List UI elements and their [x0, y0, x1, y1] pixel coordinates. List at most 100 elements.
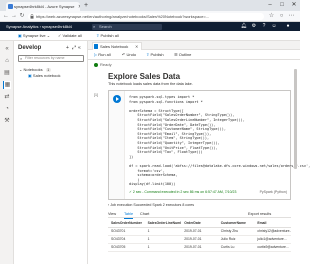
cell-language[interactable]: PySpark (Python)	[260, 190, 287, 194]
notebook-icon	[94, 44, 98, 49]
collapse-icon[interactable]: «	[3, 45, 11, 53]
tab-sales-notebook[interactable]: Sales Notebook ✕	[92, 42, 142, 50]
cell-execution-status: ✓ 2 sec - Command executed in 2 sec 86 m…	[129, 190, 237, 194]
filter-icon: ⌕	[20, 56, 23, 61]
table-cell: SO43704	[108, 235, 145, 244]
publish-button[interactable]: ⇪ Publish	[146, 50, 164, 60]
table-body: SO43701 1 2019-07-01 Christy Zhu christy12@a…	[108, 227, 291, 252]
publish-icon: ⇪	[96, 33, 100, 38]
integrate-icon[interactable]: ⇄	[3, 93, 11, 101]
browser-tab[interactable]: synapse4hrk8kl4 - Azure Synapse ✕	[6, 2, 80, 11]
settings-icon[interactable]: ⚙	[250, 22, 258, 31]
table-column-header[interactable]: OrderDate	[181, 220, 218, 228]
left-nav-rail: « ⌂ ▤ ▦ ⇄ ◔ ⚒	[0, 41, 14, 264]
help-icon[interactable]: ?	[260, 22, 268, 31]
markdown-text: This notebook loads sales data from the …	[108, 82, 193, 86]
manage-icon[interactable]: ⚒	[3, 117, 11, 125]
table-cell: Curtis Lu	[217, 243, 255, 252]
home-icon[interactable]: ⌂	[3, 57, 11, 65]
vertical-scrollbar[interactable]	[294, 69, 297, 169]
notifications-icon[interactable]: 🔔︎	[240, 22, 248, 31]
add-resource-icon[interactable]: +	[66, 45, 69, 51]
data-icon[interactable]: ▤	[3, 69, 11, 77]
expand-icon[interactable]: ⤢	[72, 45, 76, 51]
monitor-icon[interactable]: ◔	[3, 105, 11, 113]
collapse-all-icon[interactable]: «	[78, 45, 81, 51]
play-icon: ▷	[94, 52, 98, 57]
code-editor[interactable]: from pyspark.sql.types import * from pysp…	[129, 95, 310, 187]
avatar[interactable]: ●	[284, 22, 292, 31]
tab-chart[interactable]: Chart	[140, 210, 149, 218]
notebook-content: Explore Sales Data This notebook loads s…	[88, 69, 310, 264]
maximize-icon[interactable]: □	[276, 0, 288, 11]
table-cell: 1	[144, 243, 182, 252]
outline-icon: ☰	[174, 52, 178, 57]
run-all-label: Run all	[98, 52, 111, 57]
export-results-button[interactable]: Export results	[248, 210, 271, 218]
publish-label: Publish	[150, 52, 164, 57]
tab-view[interactable]: View	[108, 210, 116, 218]
notebooks-label: Notebooks	[23, 67, 43, 72]
more-icon[interactable]: ⋯	[288, 12, 295, 21]
play-icon	[116, 97, 119, 101]
markdown-title: Explore Sales Data	[108, 72, 181, 81]
table-cell: 2019-07-01	[181, 227, 218, 236]
refresh-icon[interactable]: ↻	[18, 11, 26, 22]
search-input[interactable]: ⌕ Search	[92, 23, 162, 30]
validate-all-button[interactable]: ✓ Validate all	[58, 31, 82, 41]
outline-button[interactable]: ☰ Outline	[174, 50, 191, 60]
close-tab-icon[interactable]: ✕	[78, 4, 80, 11]
notebook-tabs: Sales Notebook ✕	[88, 41, 300, 50]
outline-label: Outline	[178, 52, 192, 57]
publish-all-button[interactable]: ⇪ Publish all	[96, 31, 119, 41]
table-cell: SO43701	[108, 227, 145, 236]
code-line: display(df.limit(100))	[129, 182, 176, 187]
minimize-icon[interactable]: –	[264, 0, 276, 11]
publish-all-label: Publish all	[100, 33, 119, 38]
undo-button[interactable]: ↶ Undo	[122, 50, 136, 60]
close-icon[interactable]: ✕	[135, 43, 138, 50]
profile-icon[interactable]: ○	[278, 12, 285, 21]
output-tabs: View Table Chart Export results	[108, 210, 291, 219]
forward-icon[interactable]: →	[10, 11, 18, 22]
table-cell: Christy Zhu	[217, 227, 255, 236]
publish-icon: ⇪	[146, 52, 150, 57]
lock-icon	[30, 14, 34, 19]
table-cell: 1	[144, 235, 182, 244]
spark-jobs-summary[interactable]: › Job execution Succeeded Spark 2 execut…	[108, 202, 291, 209]
synapse-header: Synapse Analytics › synapse4hrk8kl4 ⌕ Se…	[0, 22, 300, 31]
cell-run-gutter	[109, 91, 125, 199]
table-column-header[interactable]: CustomerName	[217, 220, 255, 228]
undo-icon: ↶	[122, 52, 126, 57]
close-window-icon[interactable]: ✕	[288, 0, 300, 11]
table-cell: christy12@adventure...	[254, 227, 291, 236]
table-row: SO43704 1 2019-07-01 Julio Ruiz julio1@adven…	[108, 235, 291, 244]
develop-icon[interactable]: ▦	[3, 81, 11, 89]
filter-placeholder: Filter resources by name	[25, 56, 65, 60]
filter-resources-input[interactable]: ⌕ Filter resources by name	[18, 55, 84, 62]
app-title[interactable]: Synapse Analytics › synapse4hrk8kl4	[6, 22, 72, 31]
feedback-icon[interactable]: ☺	[270, 22, 278, 31]
table-column-header[interactable]: Email	[254, 220, 291, 228]
develop-title: Develop	[18, 45, 42, 51]
table-row: SO43701 1 2019-07-01 Christy Zhu christy12@a…	[108, 227, 291, 236]
run-all-button[interactable]: ▷ Run all	[94, 50, 111, 60]
notebook-item-label: Sales notebook	[32, 73, 61, 78]
notebook-icon: ▣	[28, 73, 32, 78]
develop-panel: Develop + ⤢ « ⌕ Filter resources by name…	[14, 41, 88, 264]
new-tab-icon[interactable]: +	[84, 1, 88, 10]
back-icon[interactable]: ←	[2, 11, 10, 22]
table-cell: 2019-07-01	[181, 235, 218, 244]
url-field[interactable]: https://web.azuresynapse.net/en/authorin…	[28, 13, 264, 20]
ready-status-icon	[94, 62, 98, 67]
tree-item-sales-notebook[interactable]: ▣ Sales notebook	[28, 73, 60, 79]
synapse-live-button[interactable]: ▣ Synapse live ⌄	[18, 31, 50, 41]
table-column-header[interactable]: SalesOrderNumber	[108, 220, 145, 228]
code-cell[interactable]: from pyspark.sql.types import * from pysp…	[108, 90, 310, 200]
tab-table[interactable]: Table	[124, 210, 134, 219]
favorites-icon[interactable]: ☆	[268, 12, 275, 21]
table-column-header[interactable]: SalesOrderLineNumber	[144, 220, 182, 228]
ready-label: Ready	[100, 62, 112, 67]
results-table: SalesOrderNumberSalesOrderLineNumberOrde…	[108, 220, 291, 252]
table-cell: 2019-07-01	[181, 243, 218, 252]
